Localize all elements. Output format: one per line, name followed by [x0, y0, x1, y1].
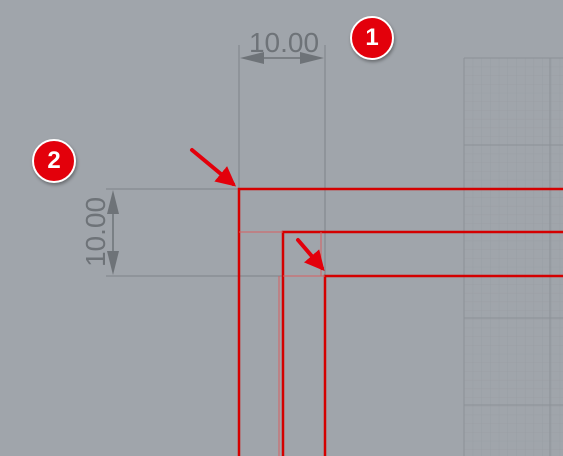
cad-viewport[interactable]: 10.00 10.00 1 2 [0, 0, 563, 456]
annotation-arrows [190, 148, 325, 272]
horizontal-dimension-text: 10.00 [249, 27, 319, 58]
background-grid [463, 57, 563, 456]
callout-badge-1: 1 [350, 16, 394, 60]
annotation-arrow-corner [190, 148, 237, 187]
drawing-canvas[interactable]: 10.00 10.00 [0, 0, 563, 456]
annotation-arrow-inner [296, 238, 325, 272]
vertical-dimension-text: 10.00 [80, 197, 111, 267]
callout-badge-2: 2 [32, 139, 76, 183]
